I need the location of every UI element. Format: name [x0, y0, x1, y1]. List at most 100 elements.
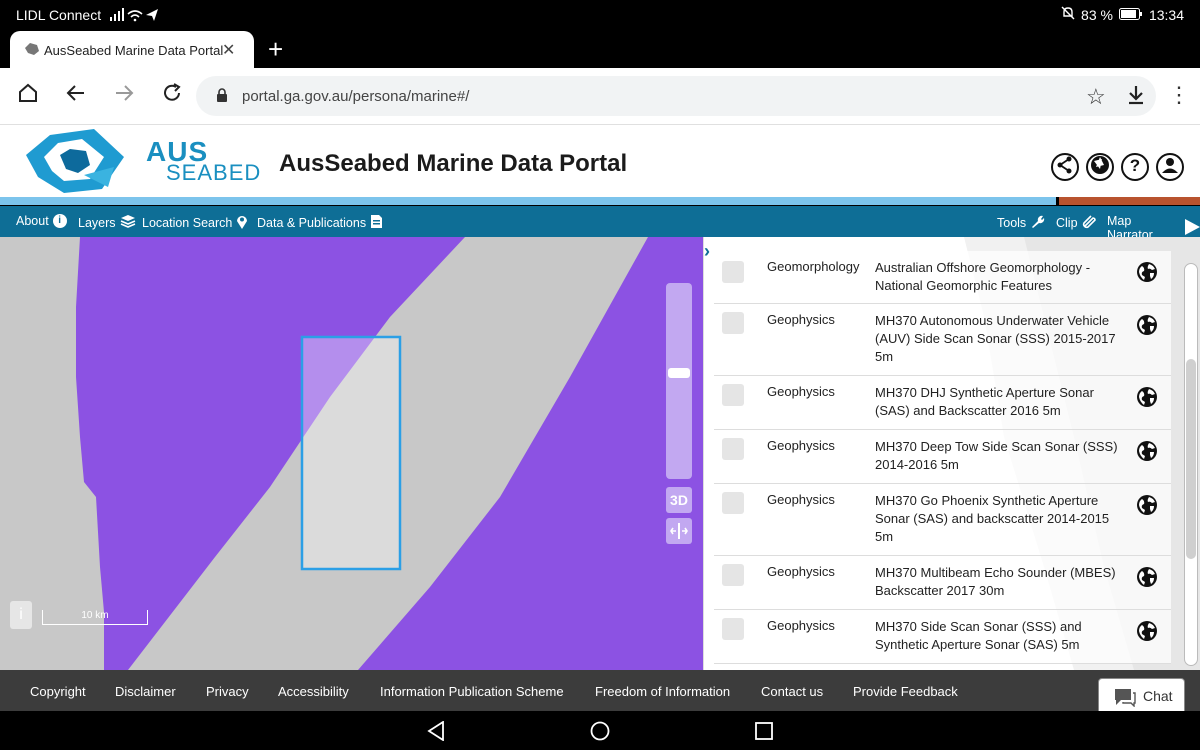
nav-clip[interactable]: Clip — [1056, 214, 1097, 232]
chat-bubble-icon — [1113, 687, 1137, 710]
footer-link-contact-us[interactable]: Contact us — [761, 684, 823, 699]
footer-link-copyright[interactable]: Copyright — [30, 684, 86, 699]
layer-name: MH370 Autonomous Underwater Vehicle (AUV… — [875, 313, 1116, 364]
chat-button[interactable]: Chat — [1098, 678, 1185, 712]
user-icon[interactable] — [1156, 153, 1184, 181]
home-icon[interactable] — [14, 82, 42, 110]
favicon-icon — [24, 42, 40, 56]
document-icon — [370, 214, 383, 232]
globe-icon[interactable] — [1136, 440, 1158, 462]
zoom-slider-thumb[interactable] — [668, 368, 690, 378]
layer-category: Geophysics — [767, 618, 835, 633]
layer-name: MH370 Go Phoenix Synthetic Aperture Sona… — [875, 493, 1110, 544]
globe-icon[interactable] — [1136, 386, 1158, 408]
android-nav-bar — [0, 711, 1200, 750]
nav-layers[interactable]: Layers — [78, 214, 136, 231]
scale-label: 10 km — [81, 610, 109, 621]
new-tab-button[interactable]: + — [268, 34, 283, 64]
footer-link-disclaimer[interactable]: Disclaimer — [115, 684, 176, 699]
layers-icon — [120, 214, 136, 231]
layer-name: Australian Offshore Geomorphology - Nati… — [875, 260, 1091, 293]
footer-link-provide-feedback[interactable]: Provide Feedback — [853, 684, 958, 699]
layer-checkbox[interactable] — [722, 384, 744, 406]
footer-link-privacy[interactable]: Privacy — [206, 684, 249, 699]
layer-checkbox[interactable] — [722, 261, 744, 283]
layer-name: MH370 Multibeam Echo Sounder (MBES) Back… — [875, 565, 1116, 598]
nav-about-label: About — [16, 214, 49, 228]
back-icon[interactable] — [62, 82, 90, 110]
layer-checkbox[interactable] — [722, 564, 744, 586]
footer-link-freedom-of-information[interactable]: Freedom of Information — [595, 684, 730, 699]
footer-link-information-publication-scheme[interactable]: Information Publication Scheme — [380, 684, 564, 699]
reload-icon[interactable] — [158, 82, 186, 110]
layer-category: Geophysics — [767, 492, 835, 507]
tab-close-icon[interactable]: ✕ — [222, 40, 235, 60]
footer: Copyright Disclaimer Privacy Accessibili… — [0, 670, 1200, 711]
map-info-button[interactable]: i — [10, 601, 32, 629]
layers-panel: › Geomorphology Australian Offshore Geomo… — [703, 237, 1200, 670]
layer-checkbox[interactable] — [722, 618, 744, 640]
layer-row[interactable]: Geophysics MH370 Go Phoenix Synthetic Ape… — [714, 484, 1171, 556]
panel-scrollbar-thumb[interactable] — [1186, 359, 1196, 559]
nav-location-search[interactable]: Location Search — [142, 214, 248, 232]
map-view[interactable] — [0, 237, 703, 670]
lock-icon — [216, 88, 228, 108]
battery-label: 83 % — [1081, 6, 1113, 23]
browser-tab[interactable]: AusSeabed Marine Data Portal ✕ — [10, 31, 254, 69]
page-title: AusSeabed Marine Data Portal — [279, 150, 628, 177]
3d-toggle-button[interactable]: 3D — [666, 487, 692, 513]
ausseabed-logo[interactable] — [24, 127, 128, 197]
android-recents-icon[interactable] — [755, 722, 773, 745]
globe-icon[interactable] — [1136, 566, 1158, 588]
forward-icon[interactable] — [110, 82, 138, 110]
scale-bar: 10 km — [42, 610, 148, 625]
layer-category: Geophysics — [767, 438, 835, 453]
zoom-slider[interactable] — [666, 283, 692, 479]
globe-icon[interactable] — [1136, 494, 1158, 516]
layer-row[interactable]: Geophysics MH370 Side Scan Sonar (SSS) an… — [714, 610, 1171, 664]
map-canvas[interactable] — [0, 237, 703, 670]
signal-icon — [110, 8, 160, 25]
layer-category: Geophysics — [767, 384, 835, 399]
wrench-icon — [1030, 214, 1045, 232]
nav-tools[interactable]: Tools — [997, 214, 1045, 232]
layer-row[interactable]: Geophysics MH370 Autonomous Underwater Ve… — [714, 304, 1171, 376]
layer-checkbox[interactable] — [722, 492, 744, 514]
layer-row[interactable]: Geomorphology Australian Offshore Geomorp… — [714, 251, 1171, 304]
info-icon: i — [52, 214, 67, 228]
android-home-icon[interactable] — [590, 721, 610, 746]
layer-row[interactable]: Geophysics MH370 Multibeam Echo Sounder (… — [714, 556, 1171, 610]
android-back-icon[interactable] — [427, 720, 445, 746]
layer-checkbox[interactable] — [722, 438, 744, 460]
nav-location-search-label: Location Search — [142, 216, 233, 230]
globe-icon[interactable] — [1136, 314, 1158, 336]
status-bar: LIDL Connect 83 % 13:34 — [0, 0, 1200, 30]
help-icon[interactable]: ? — [1121, 153, 1149, 181]
address-bar[interactable]: portal.ga.gov.au/persona/marine#/ ☆ — [196, 76, 1156, 116]
browser-menu-icon[interactable]: ⋮ — [1168, 84, 1190, 106]
layer-row[interactable]: Geophysics MH370 DHJ Synthetic Aperture S… — [714, 376, 1171, 430]
battery-icon — [1118, 7, 1143, 23]
header-stripe-blue — [0, 197, 1056, 205]
aperture-icon[interactable] — [1086, 153, 1114, 181]
layer-category: Geomorphology — [767, 259, 860, 274]
bookmark-star-icon[interactable]: ☆ — [1086, 84, 1106, 110]
layer-category: Geophysics — [767, 564, 835, 579]
logo-text-seabed: SEABED — [166, 160, 262, 185]
url-text[interactable]: portal.ga.gov.au/persona/marine#/ — [242, 88, 469, 105]
download-icon[interactable] — [1126, 84, 1146, 111]
clip-icon — [1082, 214, 1097, 232]
nav-about[interactable]: About i — [16, 214, 67, 228]
layer-row[interactable]: Geophysics MH370 Deep Tow Side Scan Sonar… — [714, 430, 1171, 484]
globe-icon[interactable] — [1136, 261, 1158, 283]
layer-checkbox[interactable] — [722, 312, 744, 334]
mute-icon — [1061, 6, 1075, 23]
layer-name: MH370 Deep Tow Side Scan Sonar (SSS) 201… — [875, 439, 1118, 472]
footer-link-accessibility[interactable]: Accessibility — [278, 684, 349, 699]
share-icon[interactable] — [1051, 153, 1079, 181]
nav-data-publications[interactable]: Data & Publications — [257, 214, 383, 232]
layer-name: MH370 DHJ Synthetic Aperture Sonar (SAS)… — [875, 385, 1094, 418]
split-view-icon[interactable] — [666, 518, 692, 544]
tab-title: AusSeabed Marine Data Portal — [44, 43, 224, 58]
globe-icon[interactable] — [1136, 620, 1158, 642]
